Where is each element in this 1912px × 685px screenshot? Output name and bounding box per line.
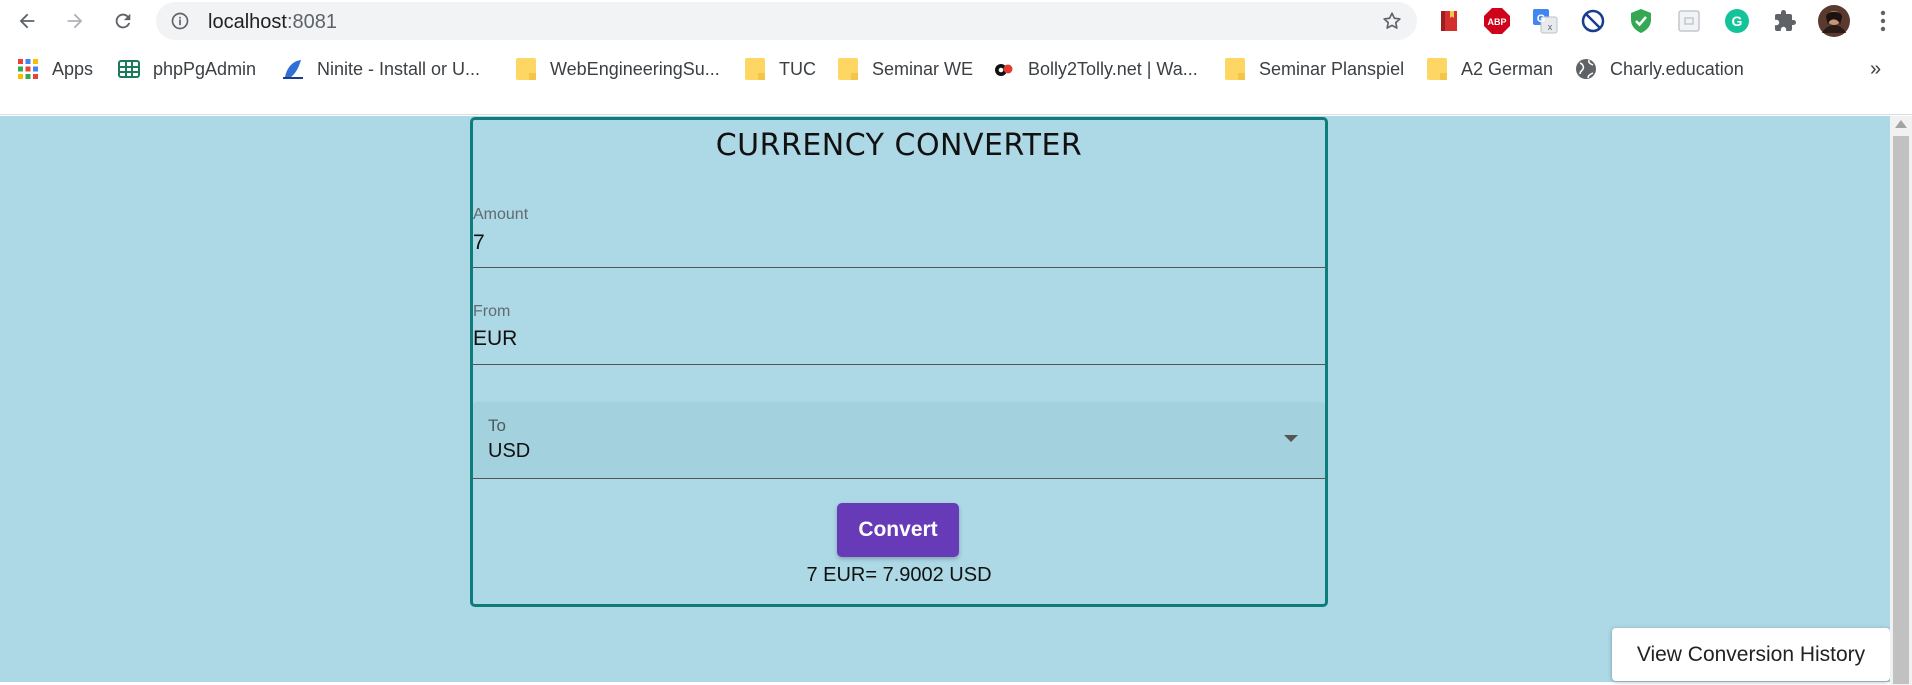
forward-arrow-icon [67,13,83,29]
url-text[interactable]: localhost:8081 [208,11,337,34]
bookmark-star-icon[interactable] [1381,10,1403,37]
forward-button[interactable] [57,4,93,38]
blocker-icon[interactable] [1579,7,1607,35]
bookmark-label: Apps [52,58,94,79]
site-info-icon[interactable] [170,11,190,36]
amount-label: Amount [473,206,529,223]
bookmark-label: A2 German [1461,58,1554,79]
bookmark-apps[interactable]: Apps [16,50,93,88]
ninite-icon [281,57,305,81]
scroll-up-arrow-icon[interactable] [1895,120,1907,128]
back-button[interactable] [9,4,45,38]
google-translate-icon[interactable]: Gx [1531,7,1559,35]
bookmark-seminar-planspiel[interactable]: Seminar Planspiel [1223,50,1404,88]
bookmark-label: Seminar Planspiel [1259,58,1405,79]
bookmark-label: Bolly2Tolly.net | Wa... [1028,58,1198,79]
adblock-label: ABP [1487,17,1506,27]
profile-avatar[interactable] [1817,4,1851,38]
bookmark-charly-education[interactable]: Charly.education [1574,50,1744,88]
from-field[interactable]: From EUR [473,303,1325,365]
bookmark-ext-icon[interactable] [1435,7,1463,35]
address-bar[interactable]: localhost:8081 [156,2,1417,40]
dropdown-caret-icon[interactable] [1284,435,1298,442]
scroll-thumb[interactable] [1893,136,1909,684]
folder-icon [836,57,860,81]
bookmark-a2-german[interactable]: A2 German [1425,50,1553,88]
back-arrow-icon [19,13,35,29]
page-title: CURRENCY CONVERTER [715,128,1083,163]
from-label: From [473,303,511,320]
bookmark-label: Charly.education [1610,58,1744,79]
to-currency-select[interactable]: To USD [473,402,1325,479]
bookmarks-overflow-button[interactable]: » [1870,50,1881,88]
globe-icon [1574,57,1598,81]
view-history-button[interactable]: View Conversion History [1612,628,1890,681]
url-port: :8081 [286,11,337,33]
folder-icon [1425,57,1449,81]
reload-button[interactable] [105,4,141,38]
from-input[interactable]: EUR [473,327,517,351]
converter-card: CURRENCY CONVERTER Amount 7 From EUR To … [470,117,1328,607]
bookmark-label: Seminar WE [872,58,974,79]
adblock-icon[interactable]: ABP [1483,7,1511,35]
folder-icon [743,57,767,81]
square-ext-icon[interactable] [1675,7,1703,35]
svg-text:G: G [1732,13,1743,29]
apps-grid-icon [16,57,40,81]
bookmark-seminar-we[interactable]: Seminar WE [836,50,973,88]
url-host: localhost [208,11,287,33]
bookmark-label: TUC [779,58,816,79]
puzzle-icon[interactable] [1771,7,1799,35]
chrome-divider [0,114,1912,115]
page-scrollbar[interactable] [1890,116,1912,685]
shield-check-icon[interactable] [1627,7,1655,35]
bookmarks-bar: Apps phpPgAdmin Ninite - Install or U...… [0,50,1912,88]
chevron-double-right-icon: » [1870,57,1882,80]
bookmark-bolly2tolly[interactable]: Bolly2Tolly.net | Wa... [992,50,1198,88]
to-label: To [488,416,506,435]
conversion-result: 7 EUR= 7.9002 USD [806,564,992,586]
folder-icon [514,57,538,81]
grammarly-icon[interactable]: G [1723,7,1751,35]
browser-toolbar: localhost:8081 ABP Gx G [0,0,1912,42]
bookmark-label: phpPgAdmin [153,58,257,79]
to-selected-value: USD [488,440,531,462]
folder-icon [1223,57,1247,81]
amount-input[interactable]: 7 [473,231,485,255]
svg-text:x: x [1548,22,1553,32]
bookmark-label: WebEngineeringSu... [550,58,720,79]
bookmark-ninite[interactable]: Ninite - Install or U... [281,50,480,88]
bookmark-label: Ninite - Install or U... [317,58,481,79]
phppgadmin-icon [117,57,141,81]
bookmark-phppgadmin[interactable]: phpPgAdmin [117,50,256,88]
bookmark-tuc[interactable]: TUC [743,50,816,88]
bolly2tolly-icon [992,57,1016,81]
svg-text:G: G [1537,13,1546,25]
bookmark-webengineering[interactable]: WebEngineeringSu... [514,50,720,88]
kebab-menu-icon[interactable] [1869,7,1897,35]
reload-icon [115,13,131,29]
amount-field[interactable]: Amount 7 [473,206,1325,268]
convert-button[interactable]: Convert [837,503,959,557]
